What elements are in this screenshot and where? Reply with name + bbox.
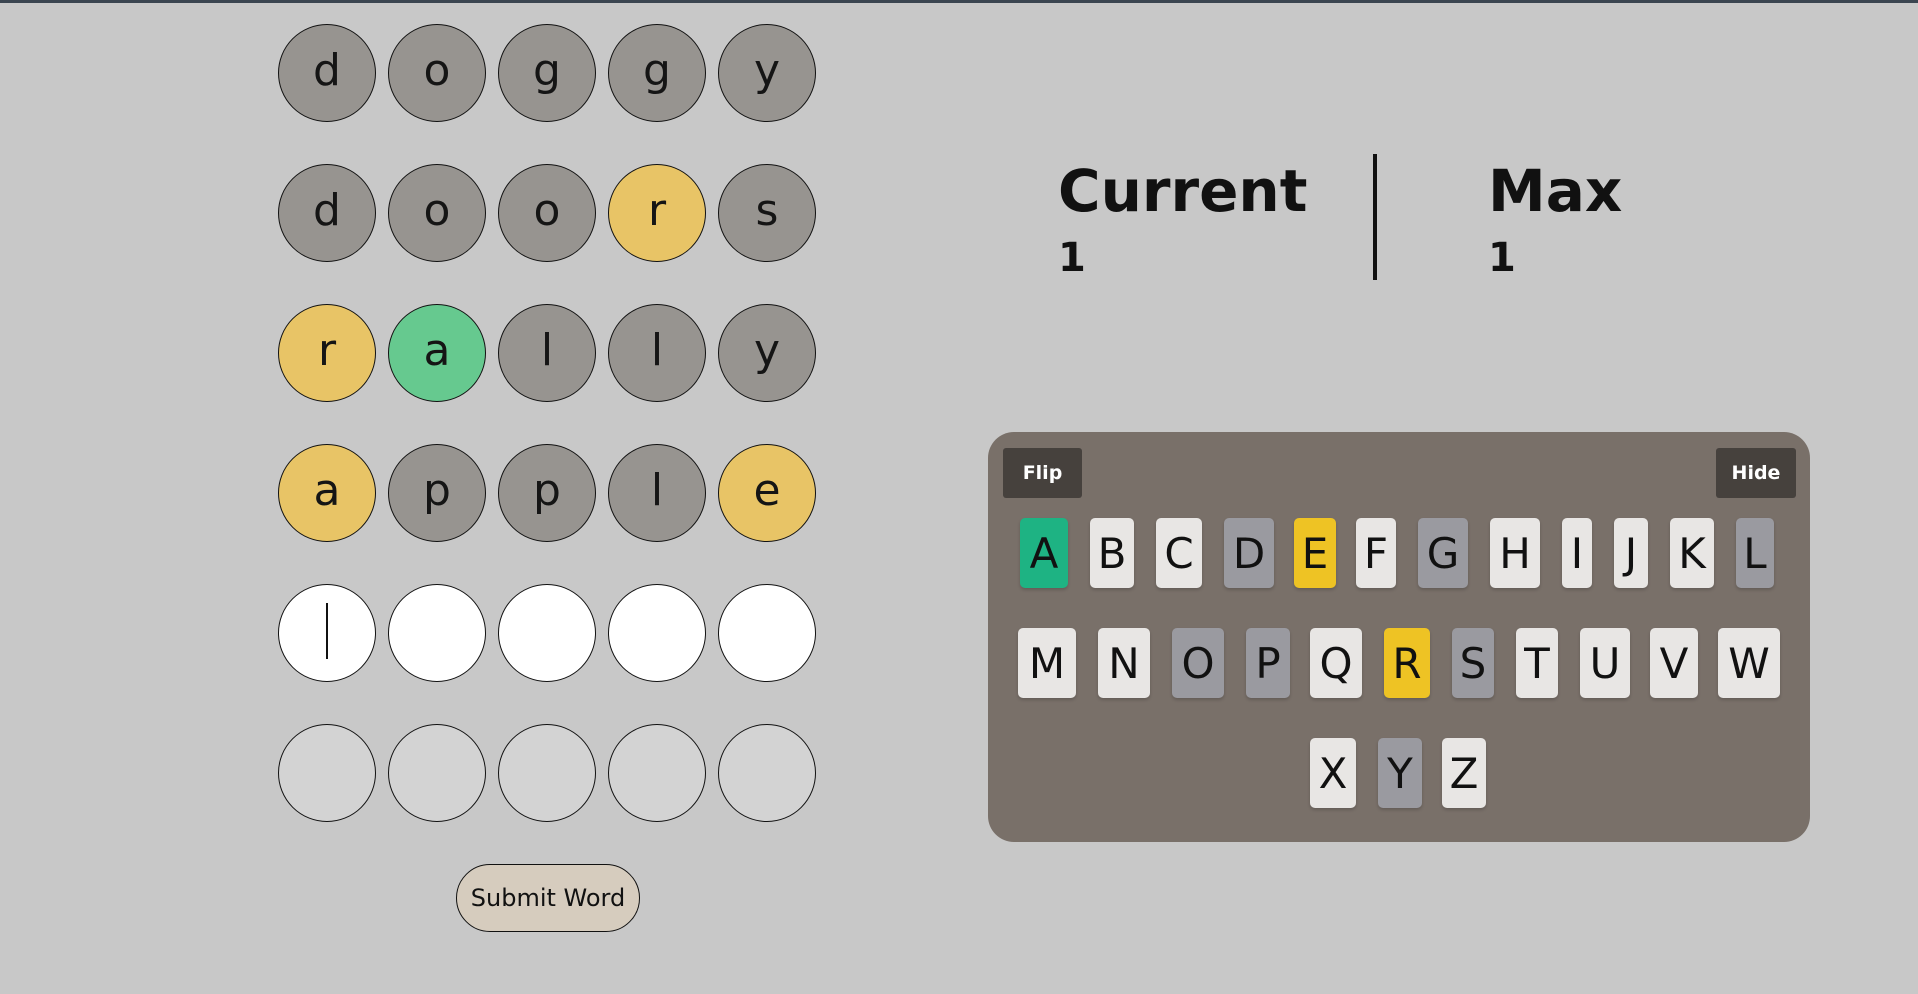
key-a[interactable]: A (1020, 518, 1068, 588)
max-streak-value: 1 (1488, 235, 1516, 281)
max-streak-label: Max (1488, 157, 1623, 225)
guess-board: d o g g y d o o r s r a l l y a p p l e (278, 24, 828, 864)
key-f[interactable]: F (1356, 518, 1396, 588)
active-letter-input[interactable] (278, 584, 376, 682)
letter-tile: r (278, 304, 376, 402)
key-z[interactable]: Z (1442, 738, 1486, 808)
key-l[interactable]: L (1736, 518, 1774, 588)
key-u[interactable]: U (1580, 628, 1630, 698)
key-i[interactable]: I (1562, 518, 1592, 588)
current-streak-value: 1 (1058, 235, 1086, 281)
key-n[interactable]: N (1098, 628, 1150, 698)
guess-row: r a l l y (278, 304, 828, 404)
key-e[interactable]: E (1294, 518, 1336, 588)
letter-input[interactable] (388, 584, 486, 682)
hide-keyboard-button[interactable]: Hide (1716, 448, 1796, 498)
key-d[interactable]: D (1224, 518, 1274, 588)
empty-tile (718, 724, 816, 822)
key-r[interactable]: R (1384, 628, 1430, 698)
letter-tile: g (498, 24, 596, 122)
key-c[interactable]: C (1156, 518, 1202, 588)
key-j[interactable]: J (1614, 518, 1648, 588)
key-v[interactable]: V (1650, 628, 1698, 698)
key-s[interactable]: S (1452, 628, 1494, 698)
window-top-border (0, 0, 1918, 3)
max-streak: Max 1 (1488, 162, 1622, 278)
key-h[interactable]: H (1490, 518, 1540, 588)
guess-row: d o g g y (278, 24, 828, 124)
letter-tile: o (498, 164, 596, 262)
key-t[interactable]: T (1516, 628, 1558, 698)
letter-tile: s (718, 164, 816, 262)
key-p[interactable]: P (1246, 628, 1290, 698)
letter-tile: g (608, 24, 706, 122)
key-k[interactable]: K (1670, 518, 1714, 588)
letter-tile: o (388, 164, 486, 262)
key-g[interactable]: G (1418, 518, 1468, 588)
key-o[interactable]: O (1172, 628, 1224, 698)
letter-tile: o (388, 24, 486, 122)
letter-tile: l (608, 304, 706, 402)
key-b[interactable]: B (1090, 518, 1134, 588)
current-streak-label: Current (1058, 157, 1308, 225)
key-q[interactable]: Q (1310, 628, 1362, 698)
empty-tile (498, 724, 596, 822)
letter-tile: d (278, 164, 376, 262)
letter-tile: l (608, 444, 706, 542)
score-divider (1373, 154, 1377, 280)
key-x[interactable]: X (1310, 738, 1356, 808)
empty-tile (388, 724, 486, 822)
letter-tile: p (388, 444, 486, 542)
letter-tile: r (608, 164, 706, 262)
letter-tile: d (278, 24, 376, 122)
key-w[interactable]: W (1718, 628, 1780, 698)
letter-input[interactable] (718, 584, 816, 682)
active-guess-row (278, 584, 828, 684)
empty-guess-row (278, 724, 828, 824)
flip-keyboard-button[interactable]: Flip (1003, 448, 1082, 498)
empty-tile (608, 724, 706, 822)
letter-tile: e (718, 444, 816, 542)
letter-tile: p (498, 444, 596, 542)
guess-row: a p p l e (278, 444, 828, 544)
submit-area: Submit Word (456, 864, 640, 932)
current-streak: Current 1 (1058, 162, 1307, 278)
letter-tile: y (718, 24, 816, 122)
key-m[interactable]: M (1018, 628, 1076, 698)
guess-row: d o o r s (278, 164, 828, 264)
text-caret (326, 603, 328, 659)
letter-input[interactable] (498, 584, 596, 682)
on-screen-keyboard: Flip Hide A B C D E F G H I J K L M N O … (988, 432, 1810, 842)
empty-tile (278, 724, 376, 822)
letter-tile: l (498, 304, 596, 402)
letter-tile: a (278, 444, 376, 542)
key-y[interactable]: Y (1378, 738, 1422, 808)
submit-word-button[interactable]: Submit Word (456, 864, 640, 932)
letter-tile: y (718, 304, 816, 402)
letter-input[interactable] (608, 584, 706, 682)
letter-tile: a (388, 304, 486, 402)
